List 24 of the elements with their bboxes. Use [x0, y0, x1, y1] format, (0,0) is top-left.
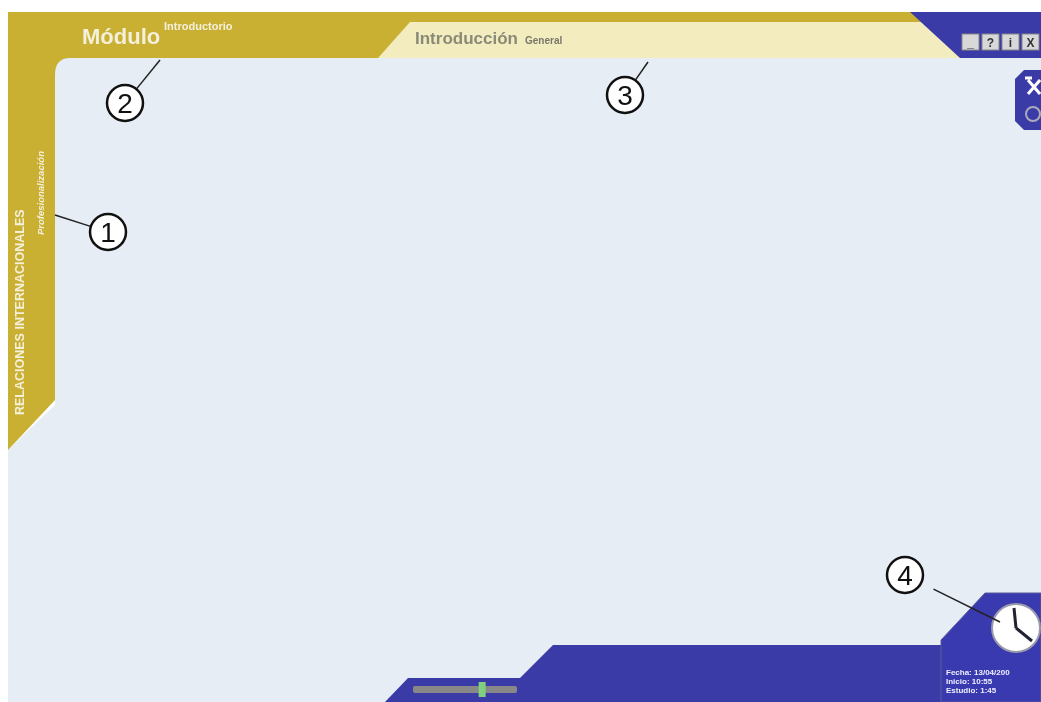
- volume-slider[interactable]: [413, 682, 517, 697]
- section-subtitle: General: [525, 35, 563, 46]
- leader-line: [932, 588, 1001, 623]
- close-button[interactable]: X: [1021, 33, 1040, 51]
- callout-marker: 1: [88, 212, 128, 252]
- session-info: Estudio: 1:45: [946, 686, 997, 695]
- callout-marker: 3: [605, 75, 645, 115]
- session-info: Fecha: 13/04/200: [946, 668, 1010, 677]
- module-title: Módulo: [82, 24, 161, 49]
- leader-line: [134, 59, 161, 91]
- callout-marker: 2: [105, 83, 145, 123]
- clock-icon: [991, 603, 1041, 653]
- session-info: Inicio: 10:55: [946, 677, 993, 686]
- tools-button[interactable]: [1015, 70, 1041, 130]
- course-subtitle: Profesionalización: [35, 151, 46, 235]
- slider-thumb[interactable]: [478, 682, 486, 697]
- module-subtitle: Introductorio: [164, 20, 233, 32]
- course-title: RELACIONES INTERNACIONALES: [13, 209, 27, 415]
- help-button[interactable]: ?: [981, 33, 1000, 51]
- minimize-button[interactable]: _: [961, 33, 980, 51]
- callout-marker: 4: [885, 555, 925, 595]
- section-title: Introducción: [415, 29, 518, 48]
- leader-line: [54, 214, 93, 228]
- info-button[interactable]: i: [1001, 33, 1020, 51]
